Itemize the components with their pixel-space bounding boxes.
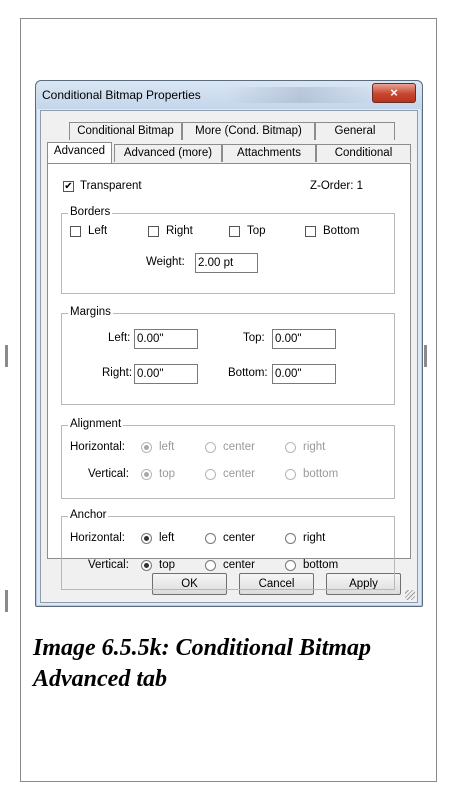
alignment-h-center-label: center xyxy=(223,441,255,453)
close-icon: × xyxy=(390,85,398,100)
anchor-h-center-label: center xyxy=(223,532,255,544)
transparent-checkbox[interactable]: ✔ xyxy=(63,181,74,192)
alignment-v-center-label: center xyxy=(223,468,255,480)
anchor-v-top-label: top xyxy=(159,559,175,571)
border-left-label: Left xyxy=(88,225,108,237)
alignment-horizontal-label: Horizontal: xyxy=(70,441,125,453)
margin-top-label: Top: xyxy=(243,332,265,344)
border-top-checkbox[interactable] xyxy=(229,226,240,237)
tab-advanced[interactable]: Advanced xyxy=(47,142,112,163)
anchor-v-center-radio[interactable] xyxy=(205,560,216,571)
tab-conditional[interactable]: Conditional xyxy=(316,144,411,162)
anchor-v-top-radio[interactable] xyxy=(141,560,152,571)
resize-grip-icon[interactable] xyxy=(405,590,415,600)
borders-group: Borders Left Right Top Bottom Weight: 2.… xyxy=(61,206,395,294)
anchor-h-center-radio[interactable] xyxy=(205,533,216,544)
alignment-h-center-radio[interactable] xyxy=(205,442,216,453)
anchor-horizontal-label: Horizontal: xyxy=(70,532,125,544)
alignment-h-right-radio[interactable] xyxy=(285,442,296,453)
alignment-v-top-radio[interactable] xyxy=(141,469,152,480)
tab-general[interactable]: General xyxy=(315,122,395,140)
anchor-v-center-label: center xyxy=(223,559,255,571)
right-edge-mark xyxy=(424,345,427,367)
close-button[interactable]: × xyxy=(372,83,416,103)
margins-group-label: Margins xyxy=(68,306,113,318)
margin-right-label: Right: xyxy=(102,367,133,379)
border-bottom-checkbox[interactable] xyxy=(305,226,316,237)
figure-caption: Image 6.5.5k: Conditional Bitmap Advance… xyxy=(33,635,372,692)
titlebar-blur xyxy=(226,87,376,103)
tab-conditional-bitmap[interactable]: Conditional Bitmap xyxy=(69,122,182,140)
anchor-vertical-label: Vertical: xyxy=(88,559,129,571)
advanced-tab-panel: ✔ Transparent Z-Order: 1 Borders Left Ri… xyxy=(47,163,411,590)
anchor-h-left-radio[interactable] xyxy=(141,533,152,544)
dialog-titlebar[interactable]: Conditional Bitmap Properties × xyxy=(36,81,422,109)
anchor-group-label: Anchor xyxy=(68,509,109,521)
anchor-v-bottom-radio[interactable] xyxy=(285,560,296,571)
transparent-label: Transparent xyxy=(80,180,142,192)
margin-right-input[interactable]: 0.00" xyxy=(134,364,198,384)
anchor-group: Anchor Horizontal: left center right Ver… xyxy=(61,509,395,590)
border-right-checkbox[interactable] xyxy=(148,226,159,237)
z-order-label: Z-Order: 1 xyxy=(310,180,364,192)
border-left-checkbox[interactable] xyxy=(70,226,81,237)
left-edge-mark xyxy=(5,345,8,367)
margin-top-input[interactable]: 0.00" xyxy=(272,329,336,349)
alignment-h-left-radio[interactable] xyxy=(141,442,152,453)
weight-input[interactable]: 2.00 pt xyxy=(195,253,258,273)
anchor-h-right-radio[interactable] xyxy=(285,533,296,544)
border-bottom-label: Bottom xyxy=(323,225,360,237)
alignment-v-bottom-label: bottom xyxy=(303,468,339,480)
tab-advanced-more[interactable]: Advanced (more) xyxy=(114,144,222,162)
margin-left-input[interactable]: 0.00" xyxy=(134,329,198,349)
alignment-group-label: Alignment xyxy=(68,418,124,430)
margin-bottom-input[interactable]: 0.00" xyxy=(272,364,336,384)
left-edge-mark-lower xyxy=(5,590,8,612)
alignment-v-center-radio[interactable] xyxy=(205,469,216,480)
margins-group: Margins Left: 0.00" Top: 0.00" Right: 0.… xyxy=(61,306,395,405)
tab-attachments[interactable]: Attachments xyxy=(222,144,316,162)
weight-label: Weight: xyxy=(146,256,185,268)
dialog-client-area: Conditional Bitmap More (Cond. Bitmap) G… xyxy=(40,110,418,603)
tab-more-cond-bitmap[interactable]: More (Cond. Bitmap) xyxy=(182,122,315,140)
anchor-h-right-label: right xyxy=(303,532,326,544)
alignment-v-top-label: top xyxy=(159,468,175,480)
alignment-h-left-label: left xyxy=(159,441,175,453)
alignment-vertical-label: Vertical: xyxy=(88,468,129,480)
anchor-h-left-label: left xyxy=(159,532,175,544)
margin-bottom-label: Bottom: xyxy=(228,367,268,379)
alignment-h-right-label: right xyxy=(303,441,326,453)
border-top-label: Top xyxy=(247,225,266,237)
margin-left-label: Left: xyxy=(108,332,131,344)
alignment-group: Alignment Horizontal: left center right … xyxy=(61,418,395,499)
anchor-v-bottom-label: bottom xyxy=(303,559,339,571)
conditional-bitmap-dialog: Conditional Bitmap Properties × Conditio… xyxy=(35,80,423,607)
alignment-v-bottom-radio[interactable] xyxy=(285,469,296,480)
border-right-label: Right xyxy=(166,225,193,237)
dialog-title: Conditional Bitmap Properties xyxy=(42,88,201,102)
borders-group-label: Borders xyxy=(68,206,113,218)
